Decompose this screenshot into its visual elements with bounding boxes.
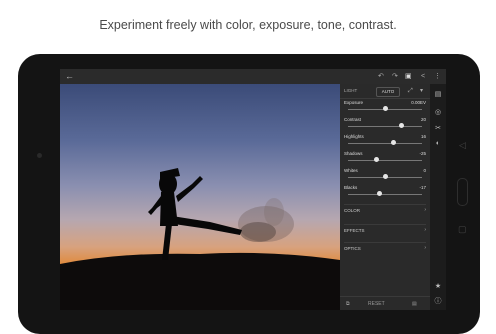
slider-knob[interactable] [398, 123, 404, 128]
crop-tool-icon[interactable]: ✂ [430, 124, 446, 132]
effects-section[interactable]: EFFECTS › [344, 224, 426, 237]
system-recents-icon[interactable]: ▢ [458, 224, 467, 235]
home-button[interactable] [457, 178, 468, 206]
chevron-right-icon: › [424, 227, 426, 233]
slider-knob[interactable] [391, 140, 397, 145]
slider-row: Exposure 0.00EV [344, 100, 426, 116]
front-camera-dot [37, 153, 42, 158]
light-adjust-panel: LIGHT AUTO ⤢ ▾ Exposure 0.00EV Contrast 20 H… [340, 84, 430, 310]
slider-knob[interactable] [373, 157, 379, 162]
slider-value: 0 [423, 168, 426, 173]
color-section-label: COLOR [344, 208, 361, 213]
slider-value: -25 [419, 151, 426, 156]
slider-label: Exposure [344, 100, 364, 105]
effects-section-label: EFFECTS [344, 228, 365, 233]
slider-row: Highlights 16 [344, 134, 426, 150]
optics-section[interactable]: OPTICS › [344, 242, 426, 255]
slider-value: -17 [419, 185, 426, 190]
slider-track[interactable] [348, 160, 422, 161]
slider-row: Whites 0 [344, 168, 426, 184]
slider-label: Highlights [344, 134, 364, 139]
slider-label: Blacks [344, 185, 358, 190]
slider-value: 0.00EV [411, 100, 426, 105]
caption-text: Experiment freely with color, exposure, … [99, 18, 397, 32]
light-section-label: LIGHT [344, 88, 358, 93]
star-rating-icon[interactable]: ★ [430, 282, 446, 290]
collapse-chevron-icon[interactable]: ▾ [420, 84, 423, 98]
compare-view-icon[interactable]: ▤ [412, 297, 417, 310]
selective-tool-icon[interactable]: ◎ [430, 108, 446, 116]
slider-track[interactable] [348, 126, 422, 127]
reset-button[interactable]: RESET [368, 297, 385, 310]
back-arrow-icon[interactable]: ← [65, 69, 74, 84]
optics-section-label: OPTICS [344, 246, 361, 251]
info-icon[interactable]: ⓘ [430, 296, 446, 306]
slider-label: Contrast [344, 117, 362, 122]
tool-rail: ▤ ◎ ✂ ◐ ★ ⓘ [430, 84, 446, 310]
presets-tool-icon[interactable]: ◐ [430, 140, 446, 147]
undo-icon[interactable]: ↶ [378, 69, 384, 84]
chevron-right-icon: › [424, 245, 426, 251]
slider-row: Shadows -25 [344, 151, 426, 167]
slider-row: Contrast 20 [344, 117, 426, 133]
slider-label: Shadows [344, 151, 363, 156]
presets-icon[interactable]: ⧉ [346, 297, 350, 310]
top-toolbar: ← ↶ ↷ ▣ < ⋮ [60, 69, 446, 84]
slider-row: Blacks -17 [344, 185, 426, 201]
panel-header: LIGHT AUTO ⤢ ▾ [340, 84, 430, 99]
color-section[interactable]: COLOR › [344, 204, 426, 217]
slider-label: Whites [344, 168, 358, 173]
slider-knob[interactable] [382, 174, 388, 179]
slider-track[interactable] [348, 143, 422, 144]
system-back-icon[interactable]: ◁ [459, 140, 466, 151]
panel-footer: ⧉ RESET ▤ [340, 296, 430, 310]
photo-canvas[interactable] [60, 84, 340, 310]
app-screen: ← ↶ ↷ ▣ < ⋮ LIGHT AUTO ⤢ ▾ Exposure 0.00… [60, 69, 446, 310]
adjust-tool-icon[interactable]: ▤ [430, 90, 446, 98]
slider-value: 20 [420, 117, 426, 122]
auto-button[interactable]: AUTO [376, 87, 400, 97]
dancer-silhouette-image [60, 168, 340, 310]
slider-track[interactable] [348, 194, 422, 195]
slider-value: 16 [420, 134, 426, 139]
compare-icon[interactable]: ▣ [405, 69, 412, 84]
chevron-right-icon: › [424, 207, 426, 213]
share-icon[interactable]: < [421, 69, 425, 84]
slider-knob[interactable] [382, 106, 388, 111]
expand-icon[interactable]: ⤢ [408, 84, 413, 98]
slider-knob[interactable] [376, 191, 382, 196]
more-menu-icon[interactable]: ⋮ [434, 69, 441, 84]
redo-icon[interactable]: ↷ [392, 69, 398, 84]
